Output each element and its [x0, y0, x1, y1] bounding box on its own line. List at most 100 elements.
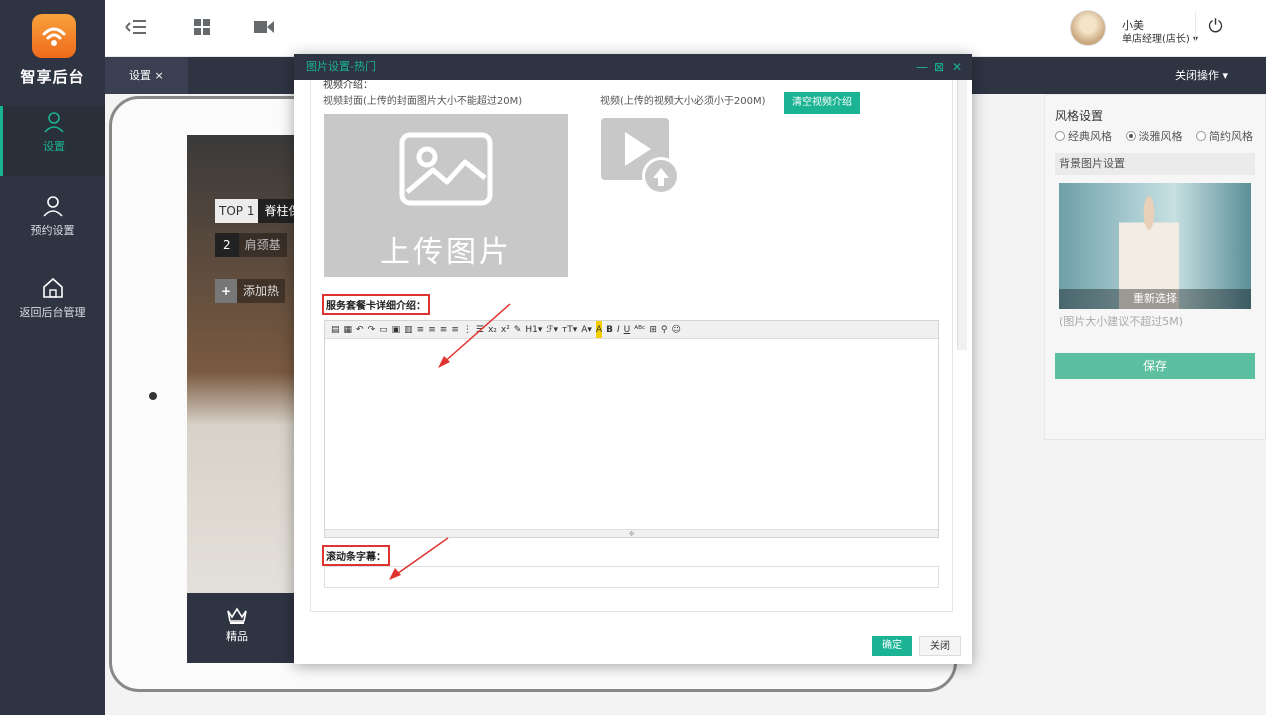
- close-icon[interactable]: ✕: [952, 54, 962, 80]
- radio-label: 简约风格: [1209, 130, 1253, 143]
- save-button[interactable]: 保存: [1055, 353, 1255, 379]
- user-icon: [44, 112, 64, 133]
- style-radio-elegant[interactable]: 淡雅风格: [1125, 128, 1183, 144]
- radio-checked-icon: [1125, 131, 1136, 141]
- table-icon[interactable]: ⊞: [649, 321, 657, 338]
- justify-icon[interactable]: ≡: [451, 321, 459, 338]
- close-button[interactable]: 关闭: [919, 636, 961, 656]
- minimize-icon[interactable]: —: [916, 54, 928, 80]
- hot-rank: 2: [215, 233, 239, 257]
- strikethrough-icon[interactable]: ᴬᴮᶜ: [634, 321, 645, 338]
- align-center-icon[interactable]: ≡: [428, 321, 436, 338]
- source-icon[interactable]: ▤: [331, 321, 340, 338]
- brush-icon[interactable]: ✎: [514, 321, 522, 338]
- style-radio-group: 经典风格 淡雅风格 简约风格: [1055, 128, 1263, 144]
- image-size-hint: (图片大小建议不超过5M): [1059, 315, 1184, 328]
- link-icon[interactable]: ⚲: [661, 321, 668, 338]
- paste-icon[interactable]: ▭: [379, 321, 388, 338]
- menu-toggle-icon[interactable]: [125, 18, 147, 38]
- radio-label: 经典风格: [1068, 130, 1112, 143]
- tablet-camera: [149, 392, 157, 400]
- crown-icon: [227, 607, 247, 624]
- video-camera-icon[interactable]: [253, 18, 275, 38]
- background-image: 重新选择: [1059, 183, 1251, 309]
- upload-image-button[interactable]: 上传图片: [324, 114, 568, 277]
- superscript-icon[interactable]: x²: [501, 321, 510, 338]
- sidebar-item-label: 返回后台管理: [19, 306, 86, 319]
- caret-down-icon: ▾: [1222, 69, 1228, 82]
- modal-body: 视频介绍： 视频封面(上传的封面图片大小不能超过20M) 视频(上传的视频大小必…: [310, 80, 953, 612]
- video-cover-label: 视频封面(上传的封面图片大小不能超过20M): [323, 96, 523, 107]
- style-radio-classic[interactable]: 经典风格: [1055, 128, 1112, 144]
- font-size-icon[interactable]: тT▾: [562, 321, 577, 338]
- grid-icon[interactable]: [193, 18, 215, 38]
- maximize-icon[interactable]: ⊠: [934, 54, 944, 80]
- subscript-icon[interactable]: x₂: [488, 321, 497, 338]
- home-icon: [42, 277, 63, 298]
- italic-icon[interactable]: I: [617, 321, 620, 338]
- align-left-icon[interactable]: ≡: [417, 321, 425, 338]
- upload-video-button[interactable]: [601, 116, 681, 196]
- modal-title: 图片设置-热门: [306, 60, 376, 73]
- modal-header: 图片设置-热门: [294, 54, 972, 80]
- editor-content-area[interactable]: [325, 340, 938, 530]
- modal-scrollbar[interactable]: [957, 80, 967, 350]
- upload-image-label: 上传图片: [380, 235, 512, 270]
- reselect-button[interactable]: 重新选择: [1059, 289, 1251, 309]
- hot-rank: TOP 1: [215, 199, 259, 223]
- heading-icon[interactable]: H1▾: [525, 321, 542, 338]
- user-role-dropdown[interactable]: 单店经理(店长) ▾: [1122, 30, 1198, 45]
- font-color-icon[interactable]: A▾: [581, 321, 592, 338]
- footer-tab-label: 精品: [226, 630, 248, 643]
- detail-intro-label: 服务套餐卡详细介绍：: [322, 294, 430, 315]
- preview-footer: 精品: [187, 593, 302, 663]
- unordered-list-icon[interactable]: ☰: [476, 321, 484, 338]
- footer-tab-featured[interactable]: 精品: [217, 607, 257, 644]
- video-label: 视频(上传的视频大小必须小于200M): [600, 96, 766, 107]
- sidebar-item-label: 设置: [43, 140, 65, 153]
- radio-icon: [1196, 131, 1206, 141]
- confirm-button[interactable]: 确定: [872, 636, 912, 656]
- bold-icon[interactable]: B: [606, 321, 613, 338]
- preview-screen: TOP 1 脊柱保 2 肩颈基 + 添加热 精品: [187, 135, 302, 663]
- background-settings-title: 背景图片设置: [1055, 153, 1255, 175]
- ordered-list-icon[interactable]: ⋮: [463, 321, 472, 338]
- add-hot-button[interactable]: + 添加热: [215, 279, 286, 303]
- emoticon-icon[interactable]: ☺: [671, 321, 680, 338]
- hot-item[interactable]: TOP 1 脊柱保: [215, 199, 302, 223]
- style-radio-simple[interactable]: 简约风格: [1196, 128, 1253, 144]
- sidebar-item-settings[interactable]: 设置: [0, 106, 105, 176]
- sidebar-item-booking-settings[interactable]: 预约设置: [0, 194, 105, 238]
- hot-text: 肩颈基: [238, 233, 287, 257]
- template-icon[interactable]: ▦: [344, 321, 353, 338]
- power-icon[interactable]: ⏻: [1195, 12, 1225, 42]
- rich-text-editor: ▤ ▦ ↶ ↷ ▭ ▣ ▥ ≡ ≡ ≡ ≡ ⋮ ☰ x₂ x² ✎ H1▾ ℱ▾ тT▾ A▾ A B I Uᴬᴮᶜ ⊞ ⚲ ☺ ✥: [324, 320, 939, 538]
- redo-icon[interactable]: ↷: [368, 321, 376, 338]
- sidebar-item-back-to-admin[interactable]: 返回后台管理: [0, 276, 105, 320]
- sidebar: 智享后台 设置 预约设置 返回后台管理: [0, 0, 105, 715]
- add-hot-label: 添加热: [243, 284, 280, 298]
- paste-word-icon[interactable]: ▥: [404, 321, 413, 338]
- clear-video-button[interactable]: 清空视频介绍: [784, 92, 860, 114]
- avatar[interactable]: [1070, 10, 1106, 46]
- editor-resize-handle[interactable]: ✥: [325, 529, 938, 538]
- align-right-icon[interactable]: ≡: [440, 321, 448, 338]
- radio-label: 淡雅风格: [1138, 130, 1183, 143]
- logo-icon: [32, 14, 76, 58]
- tab-settings[interactable]: 设置 ×: [105, 57, 188, 94]
- close-operations-dropdown[interactable]: 关闭操作 ▾: [1159, 57, 1266, 94]
- paste-text-icon[interactable]: ▣: [392, 321, 401, 338]
- undo-icon[interactable]: ↶: [356, 321, 364, 338]
- image-icon: [399, 132, 493, 206]
- style-settings-title: 风格设置: [1055, 109, 1104, 123]
- top-bar: 小美 单店经理(店长) ▾ ⏻: [105, 0, 1266, 57]
- sidebar-item-label: 预约设置: [30, 224, 75, 237]
- marquee-input[interactable]: [324, 566, 939, 588]
- video-intro-heading: 视频介绍：: [323, 80, 373, 91]
- marquee-label: 滚动条字幕：: [322, 545, 390, 566]
- underline-icon[interactable]: U: [624, 321, 631, 338]
- highlight-icon[interactable]: A: [595, 321, 603, 338]
- user-role: 单店经理(店长): [1122, 34, 1190, 45]
- font-family-icon[interactable]: ℱ▾: [546, 321, 558, 338]
- hot-item[interactable]: 2 肩颈基: [215, 233, 287, 257]
